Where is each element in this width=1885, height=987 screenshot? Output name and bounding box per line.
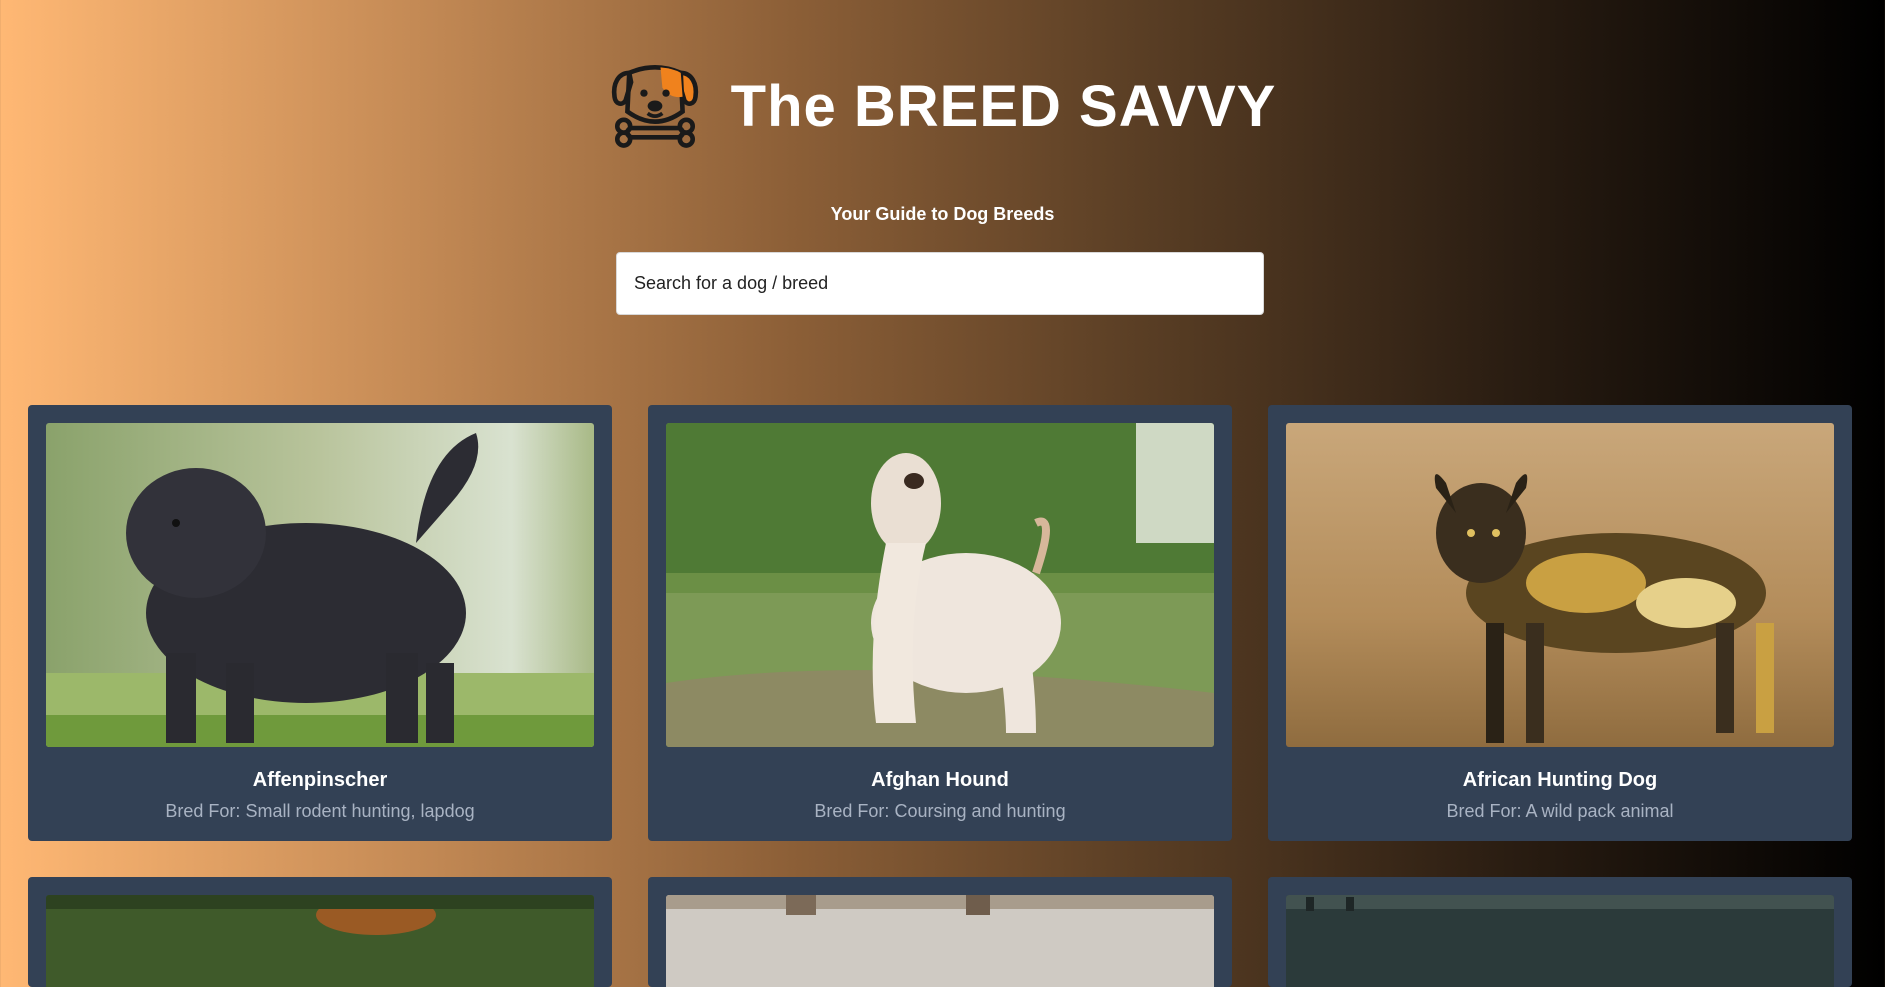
site-title: The BREED SAVVY	[730, 73, 1277, 139]
breed-card[interactable]	[28, 877, 612, 987]
breed-bred-for: Bred For: A wild pack animal	[1268, 801, 1852, 822]
breed-photo[interactable]	[46, 895, 594, 987]
breed-card[interactable]: Affenpinscher Bred For: Small rodent hun…	[28, 405, 612, 841]
bred-for-label: Bred For:	[1446, 801, 1522, 821]
bred-for-label: Bred For:	[814, 801, 890, 821]
breed-photo[interactable]	[1286, 895, 1834, 987]
site-subtitle: Your Guide to Dog Breeds	[830, 204, 1055, 224]
wild-painted-dog-photo[interactable]	[1286, 423, 1834, 747]
search-box[interactable]	[616, 252, 1264, 315]
black-shaggy-dog-photo[interactable]	[46, 423, 594, 747]
breed-bred-for: Bred For: Coursing and hunting	[648, 801, 1232, 822]
breed-card[interactable]	[648, 877, 1232, 987]
white-long-haired-hound-photo[interactable]	[666, 423, 1214, 747]
dog-bone-logo-icon	[609, 60, 701, 152]
search-input[interactable]	[617, 253, 1263, 314]
breed-card[interactable]: African Hunting Dog Bred For: A wild pac…	[1268, 405, 1852, 841]
bred-for-value: Coursing and hunting	[894, 801, 1066, 821]
breed-card[interactable]: Afghan Hound Bred For: Coursing and hunt…	[648, 405, 1232, 841]
bred-for-value: Small rodent hunting, lapdog	[245, 801, 475, 821]
breed-photo[interactable]	[666, 895, 1214, 987]
bred-for-value: A wild pack animal	[1525, 801, 1674, 821]
breed-grid: Affenpinscher Bred For: Small rodent hun…	[28, 405, 1852, 987]
breed-bred-for: Bred For: Small rodent hunting, lapdog	[28, 801, 612, 822]
brand: The BREED SAVVY	[0, 60, 1885, 152]
breed-name: African Hunting Dog	[1462, 769, 1658, 791]
page-header: The BREED SAVVY Your Guide to Dog Breeds	[0, 0, 1885, 340]
breed-card[interactable]	[1268, 877, 1852, 987]
breed-name: Afghan Hound	[871, 769, 1009, 791]
bred-for-label: Bred For:	[165, 801, 241, 821]
breed-name: Affenpinscher	[252, 769, 388, 791]
